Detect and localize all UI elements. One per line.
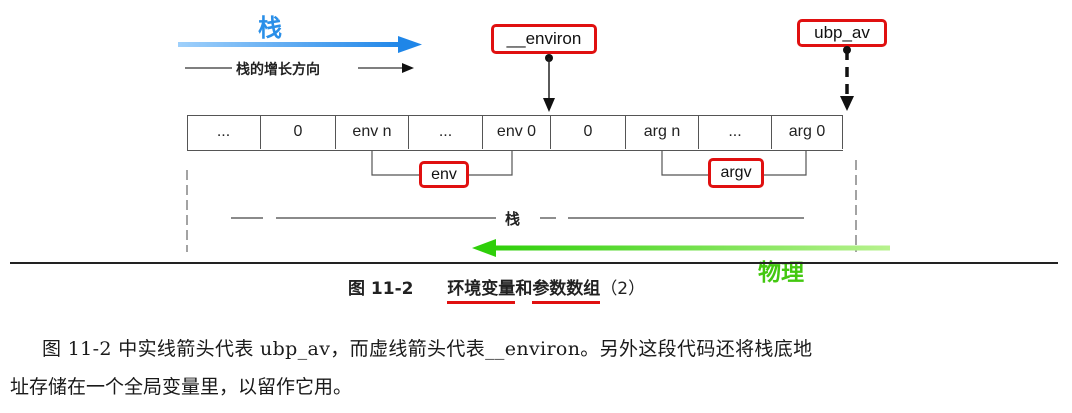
- green-physical-arrow: [472, 239, 890, 257]
- physical-annotation-text: 物理: [758, 260, 804, 286]
- caption-part1: 环境变量: [447, 279, 516, 304]
- caption-part2: 参数数组: [532, 279, 601, 304]
- caption-figure-number: 图 11-2: [348, 279, 414, 299]
- stack-bracket: [186, 160, 857, 252]
- stack-bracket-label: 栈: [505, 210, 521, 228]
- caption-and: 和: [515, 279, 533, 299]
- body-paragraph-line-1: 图 11-2 中实线箭头代表 ubp_av，而虚线箭头代表__environ。另…: [42, 338, 813, 360]
- body-paragraph-line-2: 址存储在一个全局变量里，以留作它用。: [10, 376, 353, 398]
- caption-suffix: （2）: [600, 279, 646, 299]
- figure-divider-line: [10, 262, 1058, 264]
- figure-caption: 图 11-2 环境变量和参数数组（2）: [348, 274, 646, 304]
